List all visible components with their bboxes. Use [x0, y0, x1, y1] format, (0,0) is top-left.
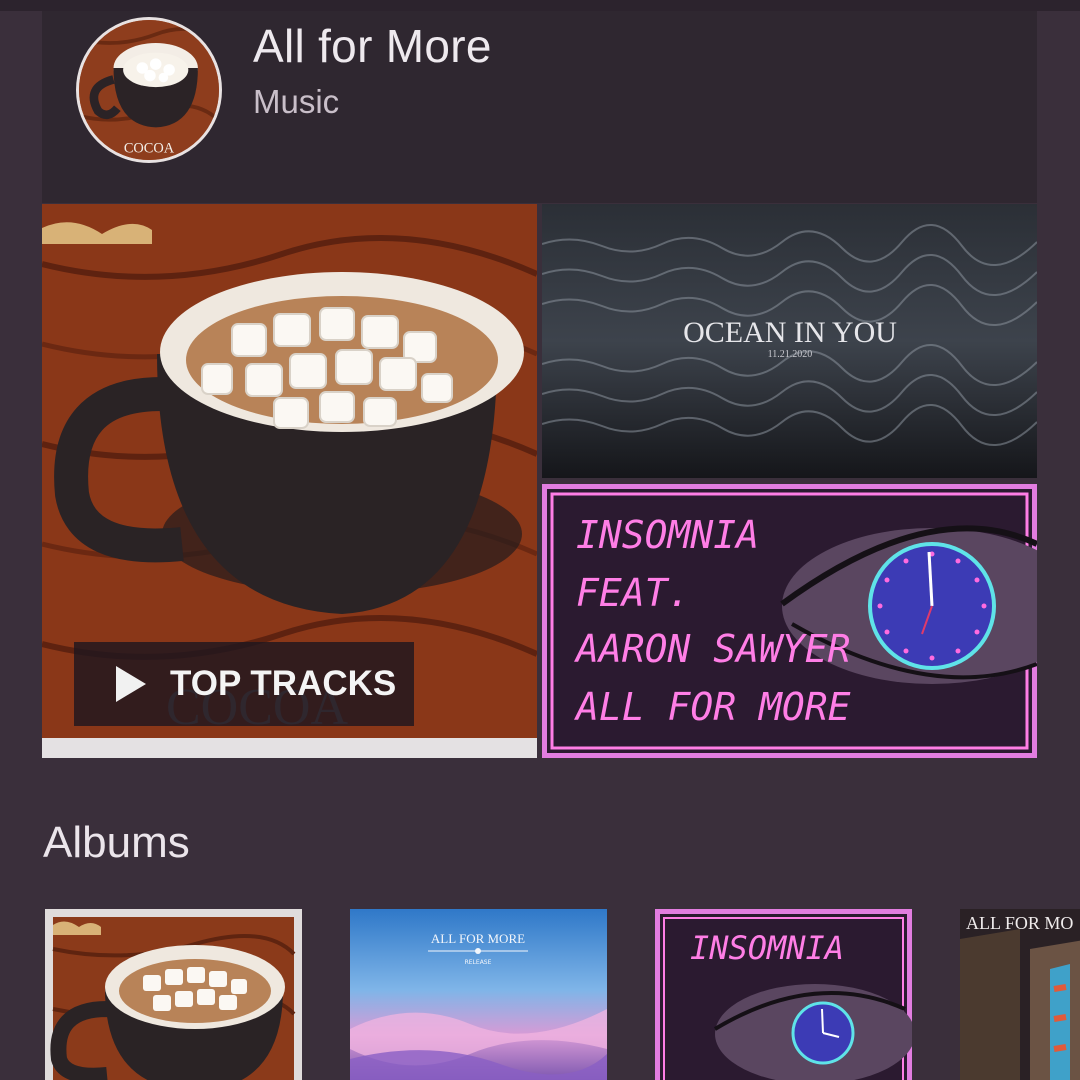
svg-text:COCOA: COCOA	[124, 140, 175, 156]
album-partial-art: ALL FOR MO	[960, 909, 1080, 1080]
album-cocoa-art	[45, 909, 302, 1080]
svg-text:RELEASE: RELEASE	[465, 959, 492, 966]
ocean-artwork: OCEAN IN YOU 11.21.2020	[542, 204, 1037, 478]
svg-text:ALL FOR MORE: ALL FOR MORE	[574, 685, 851, 729]
insomnia-tile[interactable]: INSOMNIA FEAT. AARON SAWYER ALL FOR MORE	[542, 484, 1037, 758]
album-cover-partial[interactable]: ALL FOR MO	[960, 909, 1080, 1080]
artist-page: COCOA All for More Music TOP TRACKS OCEA…	[0, 0, 1080, 1080]
albums-section-title: Albums	[43, 818, 190, 867]
svg-text:OCEAN IN YOU: OCEAN IN YOU	[683, 316, 897, 349]
svg-text:11.21.2020: 11.21.2020	[768, 349, 813, 360]
album-cover-release[interactable]: ALL FOR MORE RELEASE	[350, 909, 607, 1080]
svg-text:INSOMNIA: INSOMNIA	[576, 513, 759, 557]
album-cover-cocoa[interactable]	[45, 909, 302, 1080]
top-tracks-label: TOP TRACKS	[170, 664, 397, 703]
artist-type: Music	[253, 83, 340, 120]
album-cover-insomnia[interactable]: INSOMNIA	[655, 909, 912, 1080]
play-icon	[116, 666, 146, 702]
insomnia-artwork: INSOMNIA FEAT. AARON SAWYER ALL FOR MORE	[542, 484, 1037, 758]
avatar-cocoa-image: COCOA	[79, 20, 219, 160]
album-insomnia-art: INSOMNIA	[655, 909, 912, 1080]
svg-text:AARON SAWYER: AARON SAWYER	[574, 627, 851, 671]
status-bar	[0, 0, 1080, 11]
svg-text:ALL FOR MORE: ALL FOR MORE	[431, 931, 525, 946]
svg-text:FEAT.: FEAT.	[576, 571, 690, 615]
svg-text:INSOMNIA: INSOMNIA	[690, 929, 844, 967]
svg-text:ALL FOR MO: ALL FOR MO	[966, 913, 1073, 933]
top-tracks-tile[interactable]: COCOA TOP TRACKS	[42, 204, 537, 758]
artist-name: All for More	[253, 20, 492, 72]
top-tracks-button[interactable]: TOP TRACKS	[74, 642, 414, 726]
album-release-art: ALL FOR MORE RELEASE	[350, 909, 607, 1080]
ocean-in-you-tile[interactable]: OCEAN IN YOU 11.21.2020	[542, 204, 1037, 478]
artist-header: COCOA All for More Music	[42, 11, 1037, 203]
artist-avatar[interactable]: COCOA	[76, 17, 222, 163]
